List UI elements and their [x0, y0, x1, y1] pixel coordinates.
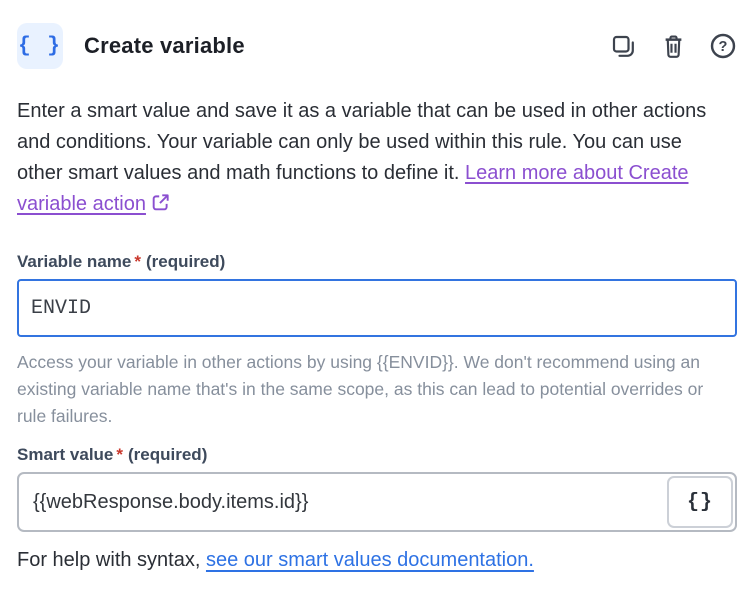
required-text: (required): [128, 445, 207, 464]
smart-value-input[interactable]: [17, 472, 737, 532]
external-link-icon: [150, 192, 171, 223]
insert-smart-value-button[interactable]: {}: [667, 476, 733, 528]
footer-text: For help with syntax,: [17, 549, 206, 571]
copy-icon: [610, 33, 637, 60]
variable-name-input[interactable]: [17, 279, 737, 337]
variable-name-help-text: Access your variable in other actions by…: [17, 349, 731, 430]
duplicate-button[interactable]: [609, 32, 637, 60]
delete-button[interactable]: [659, 32, 687, 60]
question-mark-icon: ?: [709, 32, 737, 60]
syntax-help-footer: For help with syntax, see our smart valu…: [17, 546, 737, 574]
smart-value-field: {}: [17, 472, 737, 532]
braces-badge-icon: { }: [17, 23, 63, 69]
smart-value-label: Smart value* (required): [17, 444, 737, 466]
required-asterisk: *: [134, 252, 141, 271]
required-text: (required): [146, 252, 225, 271]
panel-title: Create variable: [84, 33, 245, 59]
required-asterisk: *: [116, 445, 123, 464]
panel-header: { } Create variable: [17, 23, 737, 69]
create-variable-panel: { } Create variable: [0, 0, 752, 574]
braces-icon: {}: [687, 491, 713, 514]
help-button[interactable]: ?: [709, 32, 737, 60]
variable-name-label: Variable name* (required): [17, 251, 737, 273]
svg-text:?: ?: [719, 39, 728, 55]
smart-value-label-text: Smart value: [17, 445, 113, 464]
variable-name-label-text: Variable name: [17, 252, 131, 271]
smart-values-docs-link[interactable]: see our smart values documentation.: [206, 549, 534, 571]
trash-icon: [660, 33, 687, 60]
description-text: Enter a smart value and save it as a var…: [17, 96, 733, 223]
